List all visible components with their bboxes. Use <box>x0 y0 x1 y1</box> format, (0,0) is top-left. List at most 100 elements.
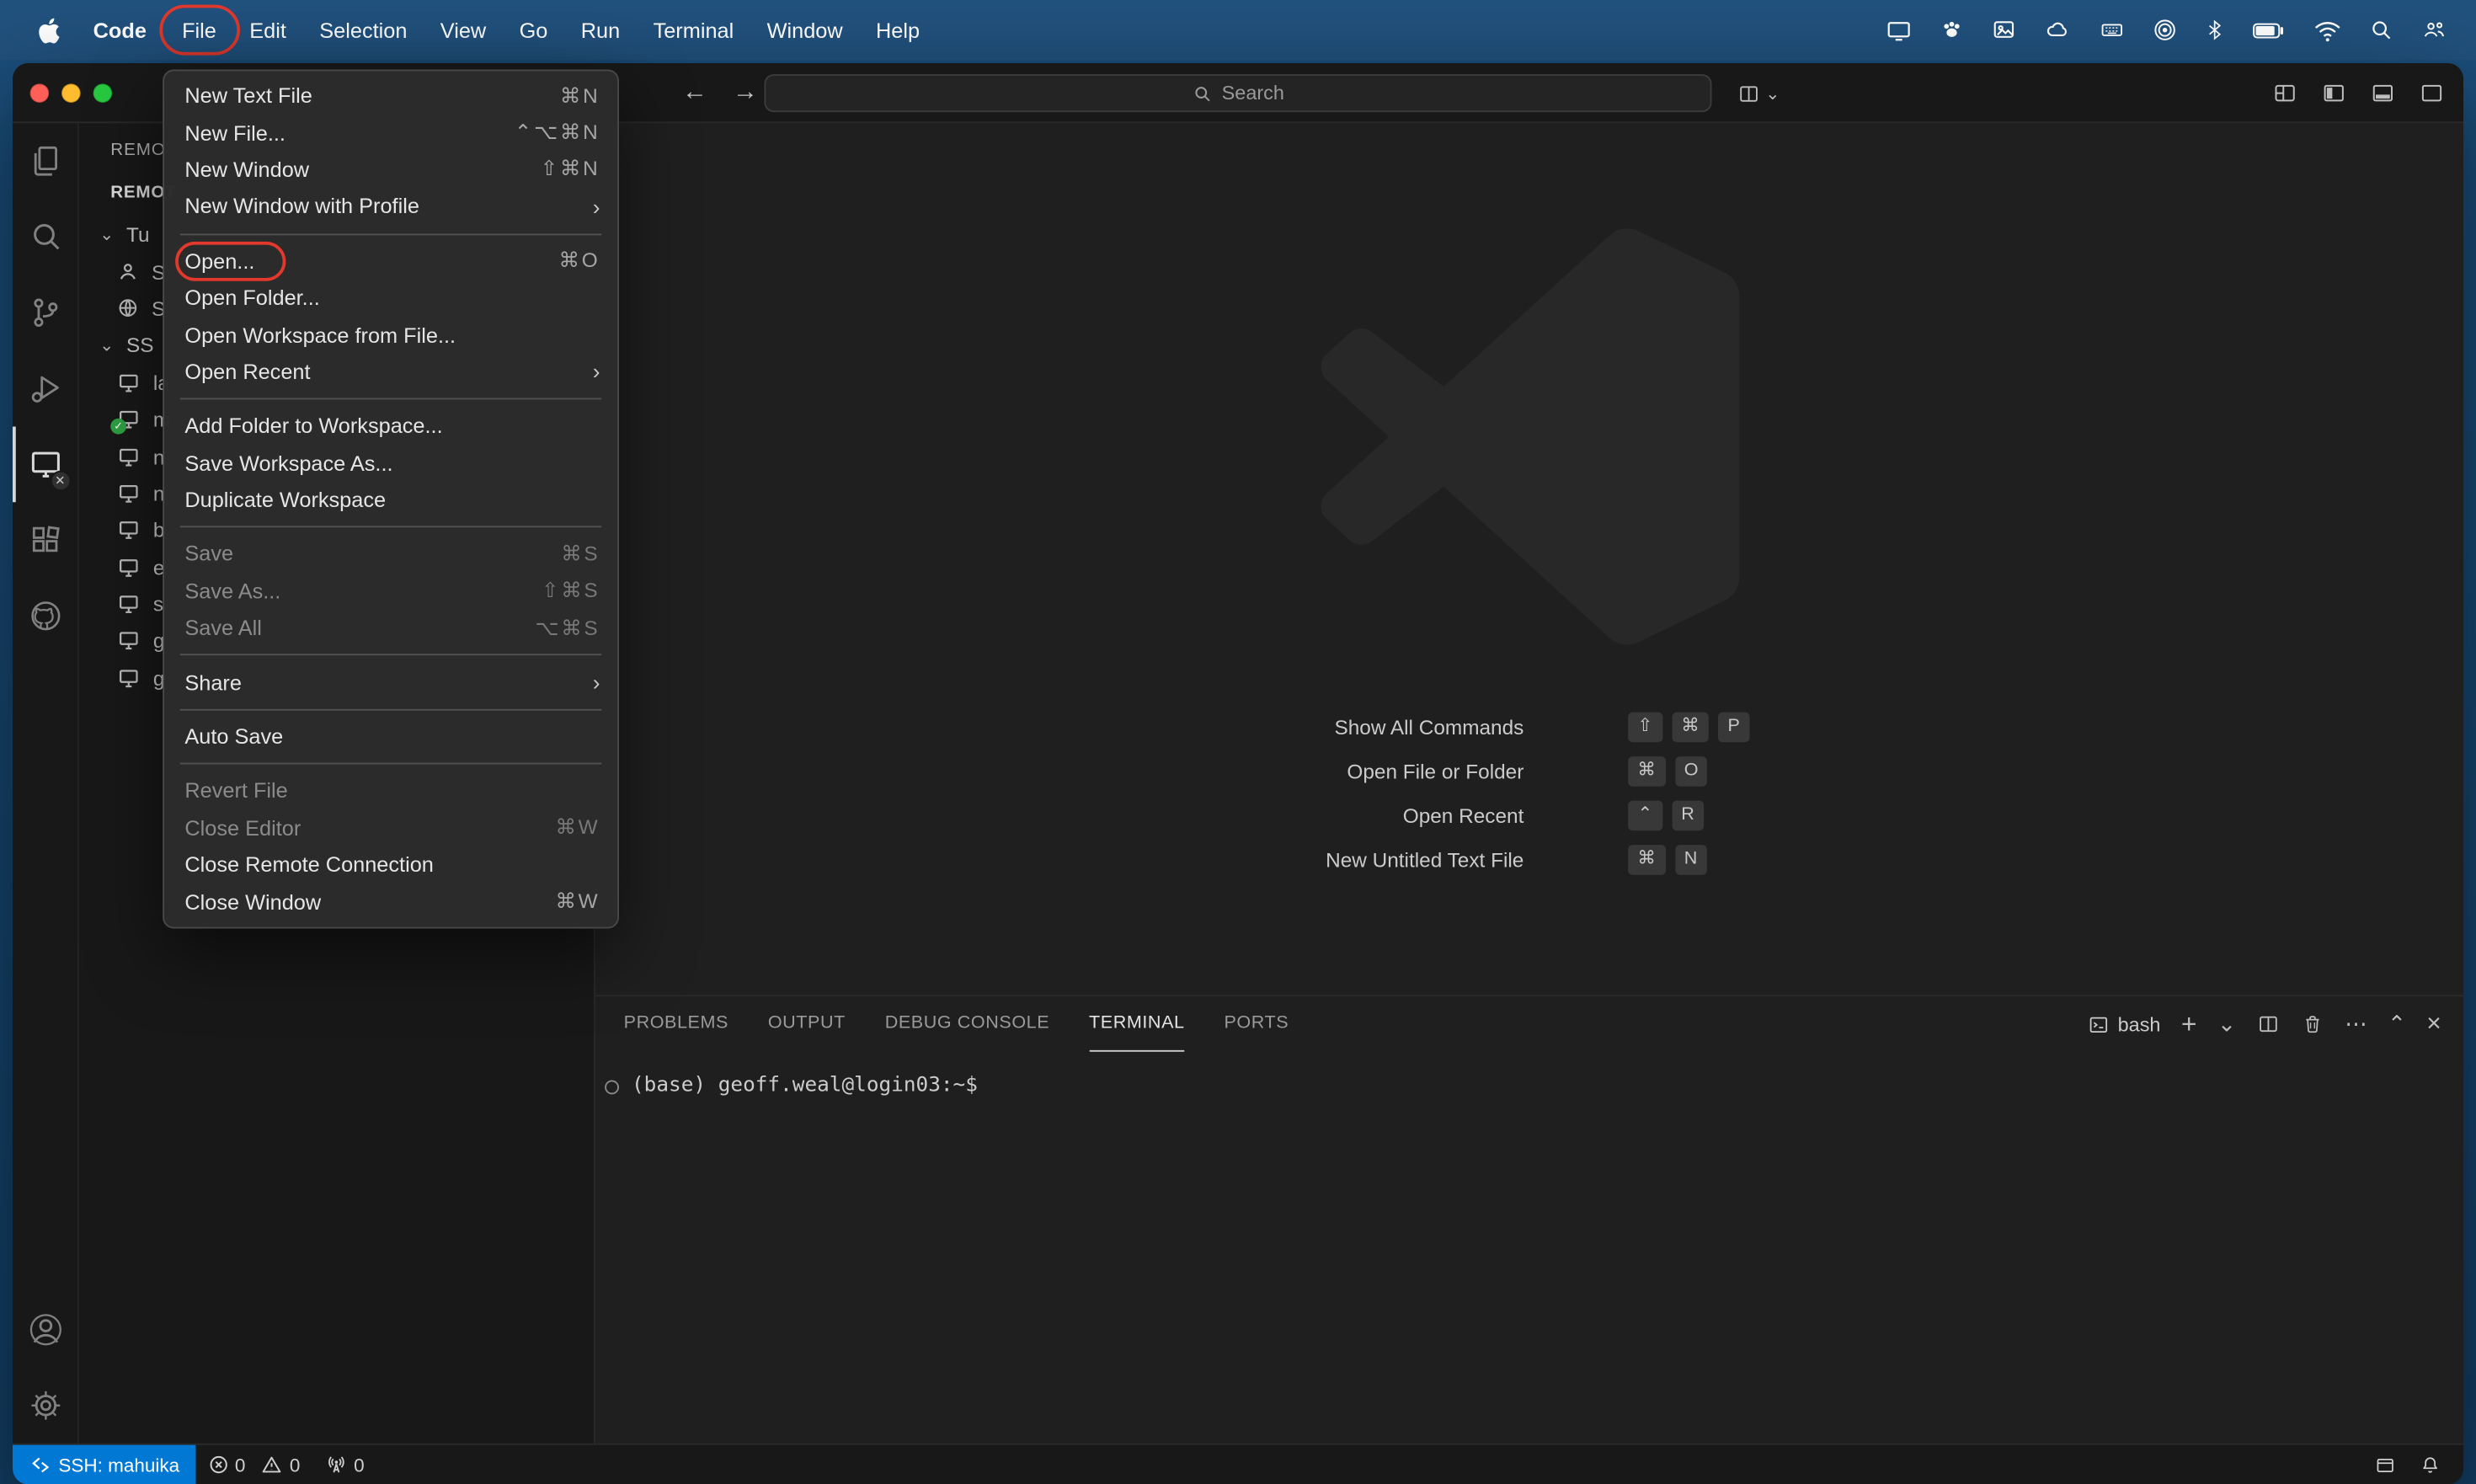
split-editor-icon[interactable] <box>1737 82 1761 105</box>
vscode-logo-watermark <box>1320 227 1739 646</box>
activity-explorer[interactable] <box>13 123 78 199</box>
traffic-lights <box>29 83 113 103</box>
back-button[interactable]: ← <box>682 79 707 108</box>
customize-layout-icon[interactable] <box>2272 81 2297 106</box>
bell-icon[interactable] <box>2420 1454 2441 1476</box>
zoom-window-button[interactable] <box>93 83 113 103</box>
paw-icon[interactable] <box>1925 18 1977 43</box>
tab-output[interactable]: OUTPUT <box>768 996 846 1052</box>
activity-source-control[interactable] <box>13 275 78 350</box>
cloud-icon[interactable] <box>2029 18 2084 43</box>
menu-item-file[interactable]: File <box>158 0 240 60</box>
close-panel-button[interactable]: × <box>2426 1010 2441 1038</box>
shortcut-row: Open File or Folder ⌘ O <box>595 755 2463 787</box>
menu-item-edit[interactable]: Edit <box>233 0 303 60</box>
menu-item-view[interactable]: View <box>424 0 503 60</box>
terminal-shell-picker[interactable]: bash <box>2088 1013 2160 1035</box>
forward-button[interactable]: → <box>733 79 758 108</box>
chevron-down-icon: ⌄ <box>99 226 115 245</box>
chevron-down-icon[interactable]: ⌄ <box>1765 83 1780 104</box>
terminal-picker-chevron-icon[interactable]: ⌄ <box>2217 1011 2236 1038</box>
activity-remote-explorer[interactable]: ✕ <box>13 426 78 502</box>
menu-item-new-window[interactable]: New Window ⇧⌘N <box>164 152 617 189</box>
bluetooth-icon[interactable] <box>2191 18 2238 43</box>
status-bar: SSH: mahuika 0 0 0 <box>13 1443 2463 1484</box>
menu-item-duplicate-workspace[interactable]: Duplicate Workspace <box>164 482 617 519</box>
vm-icon <box>120 595 138 614</box>
new-terminal-button[interactable]: + <box>2181 1008 2197 1040</box>
keycap: N <box>1674 844 1707 874</box>
tab-ports[interactable]: PORTS <box>1224 996 1289 1052</box>
tab-terminal[interactable]: TERMINAL <box>1089 996 1185 1052</box>
activity-github[interactable] <box>13 578 78 654</box>
menu-item-terminal[interactable]: Terminal <box>637 0 750 60</box>
menu-separator <box>179 654 602 657</box>
vm-icon <box>120 521 138 540</box>
keyboard-icon[interactable] <box>2084 18 2138 43</box>
menu-item-save-workspace-as[interactable]: Save Workspace As... <box>164 445 617 482</box>
activity-settings[interactable] <box>13 1368 78 1444</box>
more-actions-button[interactable]: ⋯ <box>2345 1011 2367 1038</box>
shortcut-row: Show All Commands ⇧ ⌘ P <box>595 711 2463 743</box>
menu-item-go[interactable]: Go <box>503 0 564 60</box>
airdrop-icon[interactable] <box>2138 18 2191 43</box>
menu-item-window[interactable]: Window <box>750 0 859 60</box>
close-window-button[interactable] <box>29 83 50 103</box>
toggle-primary-sidebar-icon[interactable] <box>2321 81 2346 106</box>
app-menu-code[interactable]: Code <box>74 19 165 42</box>
menu-item-selection[interactable]: Selection <box>303 0 424 60</box>
toggle-secondary-sidebar-icon[interactable] <box>2420 81 2445 106</box>
menu-item-save-all: Save All ⌥⌘S <box>184 615 600 640</box>
globe-icon <box>119 300 137 318</box>
menu-item-file-label: File <box>182 18 216 42</box>
menu-item-revert-file: Revert File <box>184 779 288 803</box>
kill-terminal-button[interactable] <box>2301 1012 2324 1036</box>
menu-item-new-file[interactable]: New File... ⌃⌥⌘N <box>164 115 617 152</box>
remote-indicator-icon <box>32 1457 50 1473</box>
menu-item-open[interactable]: Open... ⌘O <box>164 241 617 280</box>
menu-item-auto-save[interactable]: Auto Save <box>164 718 617 755</box>
menu-item-share[interactable]: Share › <box>164 664 617 701</box>
menu-item-run[interactable]: Run <box>564 0 637 60</box>
menu-item-close-remote-connection[interactable]: Close Remote Connection <box>164 846 617 883</box>
activity-search[interactable] <box>13 199 78 275</box>
minimize-window-button[interactable] <box>61 83 81 103</box>
vm-icon <box>120 670 138 687</box>
chevron-down-icon: ⌄ <box>99 337 115 356</box>
spotlight-icon[interactable] <box>2355 18 2407 43</box>
menu-item-close-window[interactable]: Close Window ⌘W <box>164 883 617 921</box>
activity-run-debug[interactable] <box>13 350 78 426</box>
terminal-content[interactable]: (base) geoff.weal@login03:~$ <box>595 1052 2463 1444</box>
activity-accounts[interactable] <box>13 1292 78 1368</box>
menu-item-new-window-with-profile[interactable]: New Window with Profile › <box>164 188 617 225</box>
menu-item-save-as: Save As... ⇧⌘S <box>184 578 600 604</box>
keycap: ⇧ <box>1628 711 1662 742</box>
statusbar-window-icon[interactable] <box>2373 1454 2397 1476</box>
menu-item-open-folder[interactable]: Open Folder... <box>164 280 617 317</box>
warning-icon <box>263 1456 282 1473</box>
menu-item-help[interactable]: Help <box>859 0 936 60</box>
display-icon[interactable] <box>1871 17 1925 44</box>
tab-problems[interactable]: PROBLEMS <box>624 996 728 1052</box>
tab-debug-console[interactable]: DEBUG CONSOLE <box>885 996 1049 1052</box>
menu-item-new-text-file[interactable]: New Text File ⌘N <box>164 77 617 115</box>
menu-item-save: Save ⌘S <box>184 542 600 567</box>
photos-icon[interactable] <box>1977 18 2030 43</box>
menu-item-add-folder-to-workspace[interactable]: Add Folder to Workspace... <box>164 408 617 445</box>
wifi-icon[interactable] <box>2299 19 2355 42</box>
control-center-icon[interactable] <box>2407 18 2461 43</box>
forwarded-ports-button[interactable]: 0 <box>312 1454 376 1476</box>
apple-icon[interactable] <box>22 17 74 44</box>
problems-button[interactable]: 0 0 <box>195 1454 312 1476</box>
menu-item-open-recent[interactable]: Open Recent › <box>164 354 617 391</box>
remote-host-button[interactable]: SSH: mahuika <box>13 1444 195 1484</box>
battery-icon[interactable] <box>2238 19 2299 42</box>
activity-extensions[interactable] <box>13 502 78 578</box>
vm-icon <box>120 558 138 577</box>
command-center-search[interactable]: Search <box>764 74 1712 113</box>
maximize-panel-button[interactable]: ⌃ <box>2388 1011 2406 1038</box>
toggle-panel-icon[interactable] <box>2370 81 2395 106</box>
menu-item-open-workspace-from-file[interactable]: Open Workspace from File... <box>164 317 617 354</box>
submenu-chevron-icon: › <box>592 359 600 385</box>
split-terminal-button[interactable] <box>2256 1012 2280 1036</box>
